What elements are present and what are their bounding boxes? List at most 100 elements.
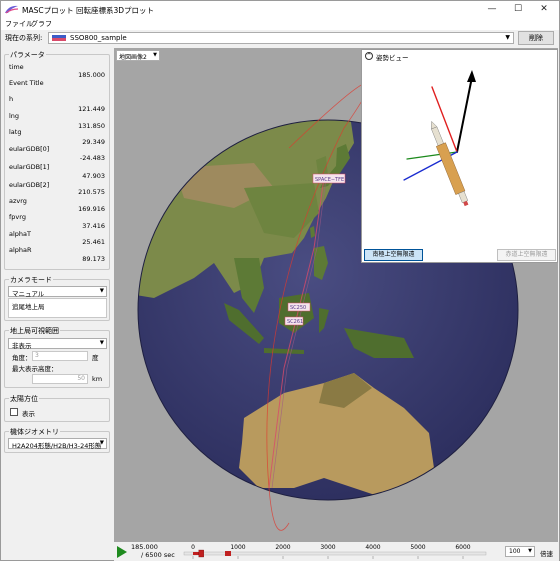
maximize-button[interactable]: ☐	[505, 1, 531, 18]
rocket-model	[431, 120, 469, 207]
ground-station-list[interactable]: 追尾地上局	[8, 298, 107, 318]
series-label: 現在の系列:	[5, 34, 43, 42]
param-name: azvrg	[9, 197, 27, 205]
param-value: 25.461	[82, 238, 105, 246]
playback-bar: 185.000 / 6500 sec 0 1000 2000 3000 4000…	[114, 542, 559, 561]
series-select[interactable]: SSO800_sample ▼	[48, 32, 514, 44]
camera-mode-select[interactable]: マニュアル ▼	[8, 286, 107, 298]
axis-z-arrowhead	[467, 70, 476, 82]
geometry-value: H2A204形態/H2B/H3-24形態	[12, 442, 102, 450]
param-value: 210.575	[78, 188, 105, 196]
sun-display-checkbox[interactable]	[10, 408, 18, 416]
tick-label: 1000	[230, 544, 245, 551]
delete-series-button[interactable]: 削除	[518, 31, 554, 45]
series-select-value: SSO800_sample	[70, 34, 127, 42]
param-name: eularGDB[2]	[9, 181, 50, 189]
tick-label: 4000	[365, 544, 380, 551]
speed-value: 100	[509, 548, 521, 555]
tick-labels: 0 1000 2000 3000 4000 5000 6000	[191, 544, 471, 551]
param-value: -24.483	[79, 154, 105, 162]
axis-x-arrow	[431, 86, 458, 153]
event-marker	[225, 551, 231, 556]
total-time: / 6500 sec	[141, 551, 175, 559]
max-altitude-label: 最大表示高度：	[12, 365, 58, 373]
param-value: 121.449	[78, 105, 105, 113]
south-pole-view-button[interactable]: 南極上空無限遠	[364, 249, 423, 261]
camera-group: カメラモード マニュアル ▼ 追尾地上局	[4, 275, 110, 321]
series-color-swatch	[52, 35, 66, 41]
sun-direction-title: 太陽方位	[9, 394, 39, 404]
chevron-down-icon: ▼	[153, 52, 157, 58]
chevron-down-icon: ▼	[528, 548, 532, 554]
angle-input[interactable]: 3	[32, 351, 88, 361]
param-name: alphaT	[9, 230, 31, 238]
tick-label: 2000	[275, 544, 290, 551]
map-image-select[interactable]: 地図画像2 ▼	[116, 50, 160, 61]
param-name: eularGDB[0]	[9, 145, 50, 153]
speed-select[interactable]: 100 ▼	[505, 546, 535, 557]
param-name: alphaR	[9, 246, 32, 254]
max-altitude-unit: km	[92, 375, 103, 383]
collapse-icon[interactable]: ^	[365, 52, 373, 60]
map-image-value: 地図画像2	[119, 54, 147, 61]
landmass-new-zealand	[454, 473, 464, 498]
param-value: 185.000	[78, 71, 105, 79]
camera-mode-value: マニュアル	[12, 290, 45, 298]
time-slider[interactable]: 0 1000 2000 3000 4000 5000 6000	[180, 542, 490, 561]
param-value: 29.349	[82, 138, 105, 146]
app-icon	[5, 5, 18, 14]
params-group: パラメータ time 185.000 Event Title h 121.449…	[4, 50, 110, 270]
globe-3d-view[interactable]: SPACE−TFE SC250 SC261 地図画像2 ▼ ^ 姿勢ビュー 南極…	[114, 48, 558, 542]
chevron-down-icon: ▼	[99, 440, 104, 446]
param-name: time	[9, 63, 24, 71]
attitude-canvas	[403, 70, 476, 207]
tick-label: 5000	[410, 544, 425, 551]
visibility-display-select[interactable]: 非表示 ▼	[8, 338, 107, 350]
marker-label-sc250: SC250	[290, 305, 306, 311]
angle-label: 角度：	[12, 354, 32, 362]
tick-label: 6000	[455, 544, 470, 551]
chevron-down-icon: ▼	[505, 34, 510, 41]
play-icon[interactable]	[117, 546, 127, 558]
param-name: lng	[9, 112, 20, 120]
param-value: 47.903	[82, 172, 105, 180]
menu-graph[interactable]: グラフ	[31, 19, 52, 29]
param-value: 89.173	[82, 255, 105, 263]
params-title: パラメータ	[9, 50, 46, 60]
speed-label: 倍速	[540, 550, 553, 558]
ground-visibility-title: 地上局可視範囲	[9, 326, 60, 336]
slider-handle[interactable]	[198, 549, 204, 558]
tick-marks	[192, 556, 464, 559]
param-name: eularGDB[1]	[9, 163, 50, 171]
window-title: MASCプロット 回転座標系3Dプロット	[22, 6, 155, 15]
close-button[interactable]: ✕	[531, 1, 557, 18]
sun-direction-group: 太陽方位 表示	[4, 394, 110, 422]
geometry-title: 機体ジオメトリ	[9, 427, 60, 437]
geometry-group: 機体ジオメトリ H2A204形態/H2B/H3-24形態 ▼	[4, 427, 110, 453]
param-value: 169.916	[78, 205, 105, 213]
angle-unit: 度	[92, 354, 99, 362]
list-item[interactable]: 追尾地上局	[12, 301, 45, 311]
menu-file[interactable]: ファイル	[5, 19, 33, 29]
param-name: fpvrg	[9, 213, 26, 221]
attitude-view-panel: ^ 姿勢ビュー 南極上空無限遠 赤道上空無限遠	[361, 49, 558, 263]
tick-label: 0	[191, 544, 195, 551]
attitude-view-title: 姿勢ビュー	[376, 54, 409, 62]
param-name: h	[9, 95, 14, 103]
marker-label-sc261: SC261	[287, 319, 303, 325]
param-name: Event Title	[9, 79, 44, 87]
tick-label: 3000	[320, 544, 335, 551]
chevron-down-icon: ▼	[99, 288, 104, 294]
marker-label-space: SPACE−TFE	[315, 177, 344, 183]
param-value: 131.850	[78, 122, 105, 130]
axis-z-arrow	[456, 76, 473, 153]
sun-display-label: 表示	[22, 410, 35, 418]
max-altitude-input[interactable]: 50	[32, 374, 88, 384]
ground-visibility-group: 地上局可視範囲 非表示 ▼ 角度： 3 度 最大表示高度： 50 km	[4, 326, 110, 388]
geometry-select[interactable]: H2A204形態/H2B/H3-24形態 ▼	[8, 438, 107, 450]
minimize-button[interactable]: —	[479, 1, 505, 18]
chevron-down-icon: ▼	[99, 340, 104, 346]
param-value: 37.416	[82, 222, 105, 230]
equator-view-button[interactable]: 赤道上空無限遠	[497, 249, 556, 261]
camera-title: カメラモード	[9, 275, 53, 285]
